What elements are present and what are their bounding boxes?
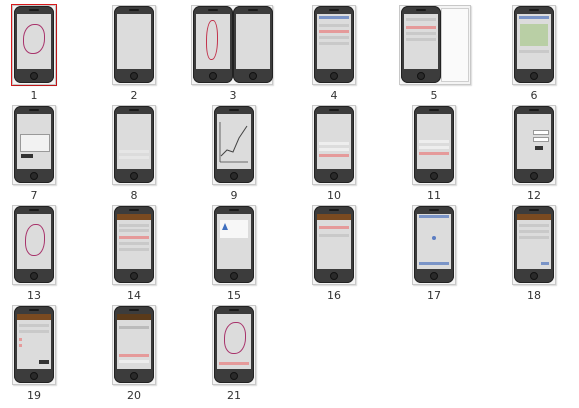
slide-number: 2 xyxy=(130,89,138,102)
graph-screen xyxy=(217,114,251,169)
slide-number: 20 xyxy=(127,389,141,402)
slide-number: 21 xyxy=(227,389,241,402)
list-screen xyxy=(317,14,351,69)
slide-number: 9 xyxy=(230,189,238,202)
slide-thumbnail-8[interactable] xyxy=(112,105,156,185)
phone-mockup xyxy=(14,6,54,83)
slide-number: 18 xyxy=(527,289,541,302)
slide-thumbnail-9[interactable] xyxy=(212,105,256,185)
detail-screen xyxy=(117,214,151,269)
slide-number: 8 xyxy=(130,189,138,202)
phone-mockup xyxy=(414,206,454,283)
phone-mockup xyxy=(114,106,154,183)
slide-thumbnail-1[interactable] xyxy=(11,4,57,86)
slide-number: 10 xyxy=(327,189,341,202)
phone-mockup xyxy=(214,306,254,383)
slide-number: 16 xyxy=(327,289,341,302)
phone-mockup xyxy=(414,106,454,183)
map-screen xyxy=(17,114,51,169)
slide-thumbnail-13[interactable] xyxy=(12,205,56,285)
menu-screen xyxy=(117,314,151,369)
slide-number: 4 xyxy=(330,89,338,102)
loading-screen xyxy=(417,214,451,269)
map-screen xyxy=(17,14,51,69)
phone-mockup xyxy=(114,6,154,83)
phone-mockup xyxy=(314,6,354,83)
slide-thumbnail-16[interactable] xyxy=(312,205,356,285)
menu-screen xyxy=(317,114,351,169)
map-screen xyxy=(217,314,251,369)
phone-mockup xyxy=(14,106,54,183)
map-screen xyxy=(17,214,51,269)
map-screen xyxy=(196,14,230,69)
side-panel xyxy=(441,8,469,82)
menu-screen xyxy=(117,114,151,169)
slide-thumbnail-19[interactable] xyxy=(12,305,56,385)
phone-mockup xyxy=(233,6,273,83)
list-screen xyxy=(404,14,438,69)
slide-thumbnail-15[interactable] xyxy=(212,205,256,285)
slide-thumbnail-5[interactable] xyxy=(399,5,471,85)
slide-thumbnail-7[interactable] xyxy=(12,105,56,185)
phone-mockup xyxy=(14,306,54,383)
phone-mockup xyxy=(114,206,154,283)
slide-thumbnail-4[interactable] xyxy=(312,5,356,85)
slide-number: 5 xyxy=(430,89,438,102)
popup-screen xyxy=(217,214,251,269)
slide-thumbnail-20[interactable] xyxy=(112,305,156,385)
menu-screen xyxy=(417,114,451,169)
slide-number: 15 xyxy=(227,289,241,302)
slide-number: 7 xyxy=(30,189,38,202)
slide-thumbnail-11[interactable] xyxy=(412,105,456,185)
map-screen xyxy=(117,14,151,69)
slide-number: 1 xyxy=(30,89,38,102)
slide-thumbnail-14[interactable] xyxy=(112,205,156,285)
slide-thumbnail-18[interactable] xyxy=(512,205,556,285)
slide-number: 12 xyxy=(527,189,541,202)
slide-number: 3 xyxy=(229,89,237,102)
login-screen xyxy=(517,114,551,169)
slide-number: 14 xyxy=(127,289,141,302)
detail-screen xyxy=(17,314,51,369)
phone-mockup xyxy=(193,6,233,83)
slide-thumbnail-6[interactable] xyxy=(512,5,556,85)
slide-number: 13 xyxy=(27,289,41,302)
list-screen xyxy=(317,214,351,269)
slide-number: 6 xyxy=(530,89,538,102)
phone-mockup xyxy=(514,6,554,83)
detail-screen xyxy=(517,14,551,69)
phone-mockup xyxy=(114,306,154,383)
phone-mockup xyxy=(14,206,54,283)
slide-thumbnail-10[interactable] xyxy=(312,105,356,185)
slide-number: 19 xyxy=(27,389,41,402)
phone-mockup xyxy=(514,106,554,183)
phone-mockup xyxy=(514,206,554,283)
slide-thumbnail-3[interactable] xyxy=(191,5,273,85)
phone-mockup xyxy=(214,106,254,183)
slide-thumbnail-17[interactable] xyxy=(412,205,456,285)
slide-thumbnail-2[interactable] xyxy=(112,5,156,85)
phone-mockup xyxy=(214,206,254,283)
slide-thumbnail-21[interactable] xyxy=(212,305,256,385)
phone-mockup xyxy=(401,6,441,83)
phone-mockup xyxy=(314,106,354,183)
slide-number: 11 xyxy=(427,189,441,202)
slide-thumbnail-12[interactable] xyxy=(512,105,556,185)
slide-number: 17 xyxy=(427,289,441,302)
form-screen xyxy=(517,214,551,269)
phone-mockup xyxy=(314,206,354,283)
map-screen xyxy=(236,14,270,69)
